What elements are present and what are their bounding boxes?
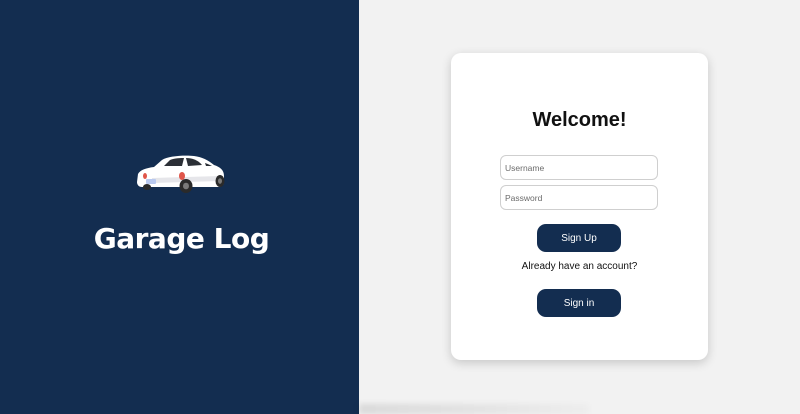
brand-name: Garage Log xyxy=(93,222,270,255)
sign-up-button[interactable]: Sign Up xyxy=(537,224,621,252)
bottom-shadow xyxy=(359,404,589,414)
welcome-heading: Welcome! xyxy=(532,109,627,131)
signup-card: Welcome! Sign Up Already have an account… xyxy=(451,53,708,360)
brand-panel: Garage Log xyxy=(0,0,359,414)
already-have-account-text: Already have an account? xyxy=(521,261,638,272)
username-input[interactable] xyxy=(500,155,658,180)
sign-in-button[interactable]: Sign in xyxy=(537,289,621,317)
car-icon xyxy=(137,155,225,193)
password-input[interactable] xyxy=(500,185,658,210)
